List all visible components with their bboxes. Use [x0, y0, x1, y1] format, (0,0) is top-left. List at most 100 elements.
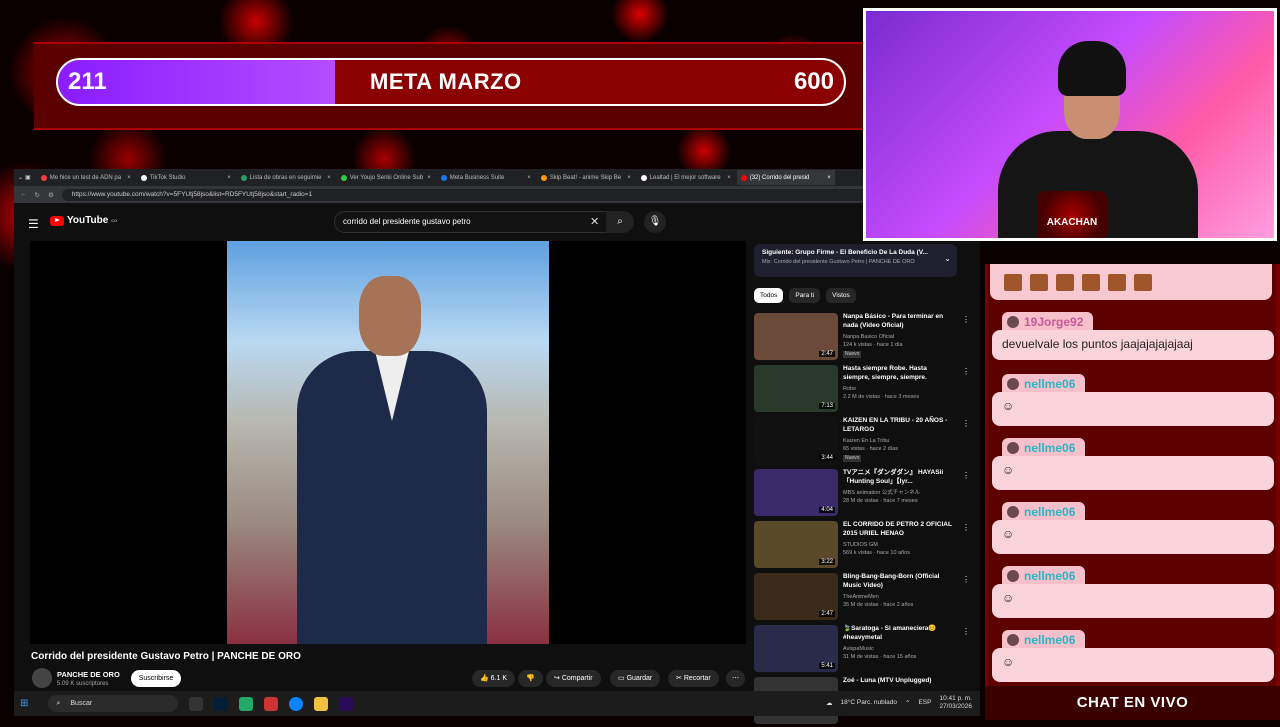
youtube-logo[interactable]: YouTube CO — [50, 215, 117, 226]
hamburger-menu-icon[interactable]: ☰ — [28, 217, 39, 231]
tab-close-icon[interactable]: × — [827, 175, 831, 181]
clear-search-icon[interactable]: ✕ — [590, 215, 599, 228]
tab-menu-icon[interactable]: ⌄ — [18, 174, 23, 181]
more-options-icon[interactable]: ⋮ — [962, 523, 970, 532]
tab-close-icon[interactable]: × — [427, 175, 431, 181]
chip-todos[interactable]: Todos — [754, 288, 784, 303]
file-explorer-icon[interactable] — [314, 696, 329, 711]
video-title[interactable]: Hasta siempre Robe. Hasta siempre, siemp… — [843, 365, 953, 383]
video-thumbnail[interactable]: 2:47 — [754, 313, 838, 360]
tab-close-icon[interactable]: × — [227, 175, 231, 181]
video-channel[interactable]: Kaizen En La Tribu — [843, 437, 963, 445]
tab-close-icon[interactable]: × — [327, 175, 331, 181]
more-options-icon[interactable]: ⋮ — [962, 627, 970, 636]
url-field[interactable]: https://www.youtube.com/watch?v=5FYUtj58… — [61, 188, 946, 201]
video-thumbnail[interactable]: 2:47 — [754, 573, 838, 620]
taskbar-search[interactable]: ⌕ Buscar — [48, 695, 179, 712]
browser-tab[interactable]: Meta Business Suite × — [437, 170, 535, 185]
save-button[interactable]: ▭ Guardar — [610, 670, 661, 687]
tray-chevron-icon[interactable]: ⌃ — [905, 699, 910, 707]
video-thumbnail[interactable]: 4:04 — [754, 469, 838, 516]
more-options-icon[interactable]: ⋮ — [962, 419, 970, 428]
video-title[interactable]: Nanpa Básico - Para terminar en nada (Vi… — [843, 313, 953, 331]
windows-start-icon[interactable]: ⊞ — [20, 698, 28, 709]
system-tray: ☁ 18°C Parc. nublado ⌃ ESP 10:41 p. m. 2… — [826, 695, 972, 711]
photoshop-icon[interactable] — [214, 696, 229, 711]
video-title[interactable]: Bling-Bang-Bang-Born (Official Music Vid… — [843, 573, 953, 591]
recommended-video[interactable]: 3:44 KAIZEN EN LA TRIBU - 20 AÑOS - LETAR… — [754, 417, 974, 467]
browser-tab[interactable]: TikTok Studio × — [137, 170, 235, 185]
video-thumbnail[interactable]: 7:13 — [754, 365, 838, 412]
video-player[interactable] — [30, 241, 746, 644]
more-options-icon[interactable]: ⋮ — [962, 367, 970, 376]
recommended-video[interactable]: 3:22 EL CORRIDO DE PETRO 2 OFICIAL 2015 U… — [754, 521, 974, 571]
weather-text[interactable]: 18°C Parc. nublado — [841, 699, 897, 706]
more-options-icon[interactable]: ⋮ — [962, 471, 970, 480]
browser-tab[interactable]: (32) Corrido del presid × — [736, 170, 835, 185]
browser-tab[interactable]: Skip Beat! - anime Skip Be × — [537, 170, 635, 185]
video-title[interactable]: 🍃Saratoga - Si amaneciera😊 #heavymetal — [843, 625, 953, 643]
chat-username[interactable]: 19Jorge92 — [1002, 312, 1094, 332]
channel-avatar[interactable] — [32, 668, 52, 688]
chat-message-body: devuelvale los puntos jaajajajajajaaj — [992, 330, 1274, 360]
recommended-video[interactable]: 2:47 Bling-Bang-Bang-Born (Official Music… — [754, 573, 974, 623]
video-channel[interactable]: AvispaMusic — [843, 645, 963, 653]
tab-close-icon[interactable]: × — [127, 175, 131, 181]
clip-button[interactable]: ✂ Recortar — [668, 670, 719, 687]
tab-group-icon[interactable]: ▣ — [25, 174, 31, 181]
chat-username[interactable]: nellme06 — [1002, 438, 1086, 458]
video-title[interactable]: Zoé - Luna (MTV Unplugged) — [843, 677, 953, 686]
video-title[interactable]: TVアニメ『ダンダダン』 HAYASii「Hunting Soul」【lyr..… — [843, 469, 953, 487]
search-input[interactable]: corrido del presidente gustavo petro — [334, 211, 624, 233]
chip-para-ti[interactable]: Para ti — [789, 288, 821, 303]
chat-username[interactable]: nellme06 — [1002, 630, 1086, 650]
chip-vistos[interactable]: Vistos — [826, 288, 856, 303]
browser-tab[interactable]: Lealtad | El mejor software × — [637, 170, 735, 185]
subscribe-button[interactable]: Suscribirse — [131, 670, 181, 687]
site-info-icon[interactable]: ⚙ — [48, 191, 54, 199]
edge-icon[interactable] — [289, 696, 304, 711]
browser-tab[interactable]: Lista de obras en seguimie × — [237, 170, 335, 185]
chat-username[interactable]: nellme06 — [1002, 566, 1086, 586]
tab-close-icon[interactable]: × — [527, 175, 531, 181]
next-up-panel[interactable]: Siguiente: Grupo Firme - El Beneficio De… — [754, 244, 957, 277]
recommended-video[interactable]: 4:04 TVアニメ『ダンダダン』 HAYASii「Hunting Soul」【l… — [754, 469, 974, 519]
reload-icon[interactable]: ↻ — [35, 191, 40, 199]
search-button[interactable]: ⌕ — [606, 211, 634, 233]
chat-username[interactable]: nellme06 — [1002, 374, 1086, 394]
video-channel[interactable]: STUDIOS GM — [843, 541, 963, 549]
like-button[interactable]: 👍 6.1 K — [472, 670, 516, 687]
video-channel[interactable]: Nanpa Basico Oficial — [843, 333, 963, 341]
browser-tab[interactable]: Ver Youjo Senki Online Sub × — [337, 170, 435, 185]
back-icon[interactable]: ← — [20, 191, 27, 198]
browser-tab[interactable]: Me hice un test de ADN pa × — [37, 170, 135, 185]
dislike-button[interactable]: 👎 — [518, 670, 543, 687]
app-icon-green[interactable] — [239, 696, 254, 711]
tab-close-icon[interactable]: × — [627, 175, 631, 181]
recommended-video[interactable]: 2:47 Nanpa Básico - Para terminar en nada… — [754, 313, 974, 363]
share-button[interactable]: ↪ Compartir — [546, 670, 601, 687]
recommended-video[interactable]: 5:41 🍃Saratoga - Si amaneciera😊 #heavymet… — [754, 625, 974, 675]
recommended-video[interactable]: 7:13 Hasta siempre Robe. Hasta siempre, s… — [754, 365, 974, 415]
tab-close-icon[interactable]: × — [727, 175, 731, 181]
video-thumbnail[interactable]: 3:44 — [754, 417, 838, 464]
video-thumbnail[interactable]: 3:22 — [754, 521, 838, 568]
more-actions-button[interactable]: ⋯ — [726, 670, 745, 687]
channel-name[interactable]: PANCHE DE ORO — [57, 670, 120, 679]
more-options-icon[interactable]: ⋮ — [962, 575, 970, 584]
video-thumbnail[interactable]: 5:41 — [754, 625, 838, 672]
task-view-icon[interactable] — [189, 696, 204, 711]
more-options-icon[interactable]: ⋮ — [962, 315, 970, 324]
video-channel[interactable]: Robe — [843, 385, 963, 393]
chat-username[interactable]: nellme06 — [1002, 502, 1086, 522]
voice-search-button[interactable]: 🎙 — [644, 211, 666, 233]
clock[interactable]: 10:41 p. m. 27/03/2026 — [939, 695, 972, 711]
language-indicator[interactable]: ESP — [918, 699, 931, 706]
app-icon-red[interactable] — [264, 696, 279, 711]
video-title[interactable]: EL CORRIDO DE PETRO 2 OFICIAL 2015 URIEL… — [843, 521, 953, 539]
video-channel[interactable]: TheAnimeMen — [843, 593, 963, 601]
video-title[interactable]: KAIZEN EN LA TRIBU - 20 AÑOS - LETARGO — [843, 417, 953, 435]
video-channel[interactable]: MBS animation 公式チャンネル — [843, 489, 963, 497]
chevron-down-icon[interactable]: ⌄ — [944, 254, 951, 263]
premiere-icon[interactable] — [339, 696, 354, 711]
